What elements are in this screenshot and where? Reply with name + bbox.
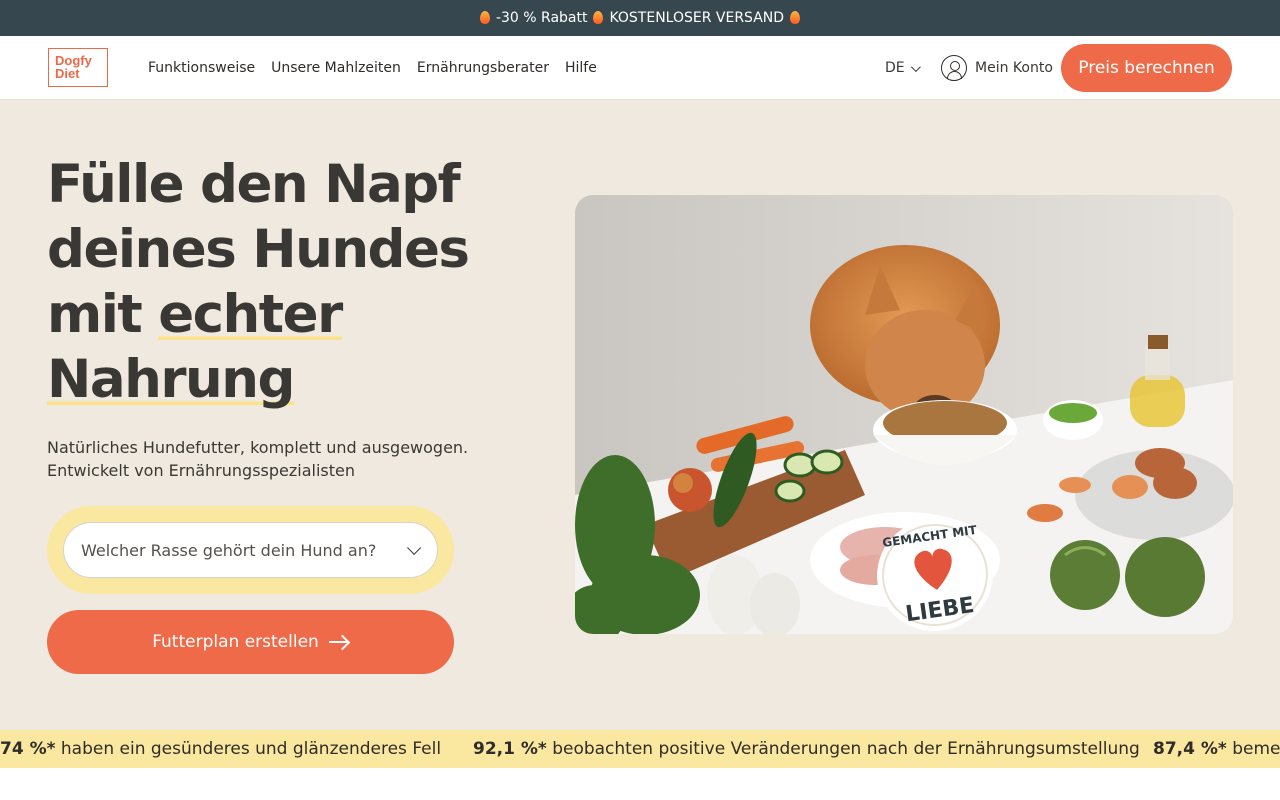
ticker-text: haben ein gesünderes und glänzenderes Fe… [55,739,442,759]
ticker-text: beobachten positive Veränderungen nach d… [546,739,1140,759]
hero-image: GEMACHT MIT LIEBE [575,195,1233,634]
account-label: Mein Konto [975,60,1053,76]
nav-unsere-mahlzeiten[interactable]: Unsere Mahlzeiten [271,60,401,76]
promo-bar: -30 % Rabatt KOSTENLOSER VERSAND [0,0,1280,36]
subtitle-line-1: Natürliches Hundefutter, komplett und au… [47,438,469,457]
breed-select[interactable]: Welcher Rasse gehört dein Hund an? [63,522,438,578]
flame-icon [593,10,604,24]
breed-select-placeholder: Welcher Rasse gehört dein Hund an? [81,540,377,560]
arrow-right-icon [328,635,349,649]
headline-line-3: mit echter [47,282,527,347]
ticker-item: 74 %* haben ein gesünderes und glänzende… [0,739,441,759]
nav-hilfe[interactable]: Hilfe [565,60,597,76]
create-plan-button[interactable]: Futterplan erstellen [47,610,454,674]
account-link[interactable]: Mein Konto [941,36,1053,100]
language-selector[interactable]: DE [885,36,921,100]
hero-headline: Fülle den Napf deines Hundes mit echter … [47,152,527,412]
calculate-price-button[interactable]: Preis berechnen [1061,44,1232,92]
page-bottom [0,768,1280,800]
promo-shipping: KOSTENLOSER VERSAND [609,10,785,26]
user-icon [941,55,967,81]
headline-mit: mit [47,284,159,345]
breed-select-wrapper: Welcher Rasse gehört dein Hund an? [47,506,454,594]
site-header: Dogfy Diet Funktionsweise Unsere Mahlzei… [0,36,1280,100]
logo[interactable]: Dogfy Diet [48,48,108,87]
ticker-value: 87,4 %* [1153,739,1227,759]
headline-line-2: deines Hundes [47,219,470,280]
language-label: DE [885,60,905,76]
main-nav: Funktionsweise Unsere Mahlzeiten Ernähru… [148,36,597,100]
logo-line2: Diet [55,66,80,81]
headline-line-4: Nahrung [47,347,527,412]
stats-ticker: 74 %* haben ein gesünderes und glänzende… [0,730,1280,768]
subtitle-line-2: Entwickelt von Ernährungsspezialisten [47,461,355,480]
headline-line-1: Fülle den Napf [47,154,461,215]
ticker-value: 74 %* [0,739,56,759]
chevron-down-icon [407,540,422,555]
promo-discount: -30 % Rabatt [495,10,588,26]
nav-ernaehrungsberater[interactable]: Ernährungsberater [417,60,549,76]
headline-highlight-nahrung: Nahrung [47,349,295,410]
ticker-item: 87,4 %* bemerke [1153,739,1280,759]
ticker-value: 92,1 %* [473,739,547,759]
flame-icon [479,10,490,24]
create-plan-label: Futterplan erstellen [152,632,319,652]
headline-highlight-echter: echter [158,284,343,345]
ticker-item: 92,1 %* beobachten positive Veränderunge… [473,739,1140,759]
ticker-text: bemerke [1232,739,1280,759]
dog-food-illustration: GEMACHT MIT LIEBE [575,195,1233,634]
flame-icon [790,10,801,24]
nav-funktionsweise[interactable]: Funktionsweise [148,60,255,76]
chevron-down-icon [910,61,921,72]
hero-subtitle: Natürliches Hundefutter, komplett und au… [47,436,477,482]
